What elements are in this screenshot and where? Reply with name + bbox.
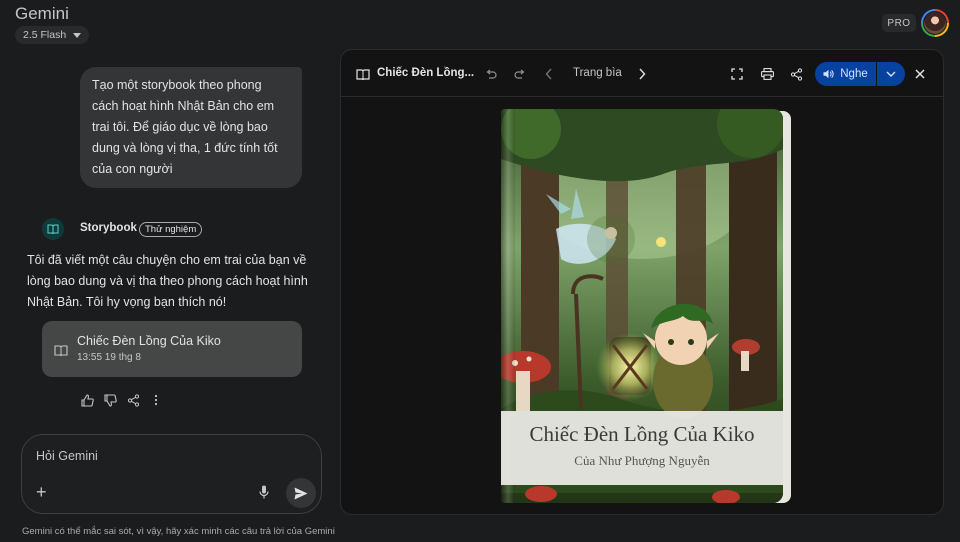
prompt-input[interactable] — [36, 449, 296, 463]
chevron-down-icon — [886, 71, 896, 77]
story-card-date: 13:55 19 thg 8 — [77, 352, 141, 363]
experimental-badge: Thử nghiệm — [139, 222, 203, 237]
prompt-box: + — [21, 434, 322, 514]
thumbs-up-icon[interactable] — [80, 393, 94, 407]
user-message: Tạo một storybook theo phong cách hoạt h… — [80, 67, 302, 188]
mic-icon[interactable] — [259, 485, 269, 504]
storybook-icon — [42, 218, 64, 240]
assistant-reply: Tôi đã viết một câu chuyện cho em trai c… — [27, 253, 308, 309]
thumbs-down-icon[interactable] — [103, 393, 117, 407]
plus-icon[interactable]: + — [36, 483, 47, 501]
avatar[interactable] — [921, 9, 949, 37]
pro-badge[interactable]: PRO — [882, 14, 916, 32]
avatar-image — [923, 11, 947, 35]
canvas-title: Chiếc Đèn Lồng... — [377, 67, 475, 79]
storybook-canvas: Chiếc Đèn Lồng... Trang bìa Nghe Chiếc Đ… — [340, 49, 944, 515]
close-icon[interactable] — [912, 66, 928, 82]
cover-page: Chiếc Đèn Lồng Của Kiko Của Như Phượng N… — [501, 109, 783, 503]
send-button[interactable] — [286, 478, 316, 508]
fullscreen-icon[interactable] — [729, 66, 745, 82]
response-actions — [80, 393, 163, 407]
listen-options-dropdown[interactable] — [877, 62, 905, 86]
model-selector[interactable]: 2.5 Flash — [15, 26, 90, 44]
canvas-toolbar: Chiếc Đèn Lồng... Trang bìa Nghe — [341, 50, 943, 97]
send-icon — [294, 487, 308, 499]
speaker-icon — [823, 69, 834, 79]
disclaimer: Gemini có thể mắc sai sót, vì vậy, hãy x… — [22, 526, 335, 537]
listen-button-group: Nghe — [815, 62, 905, 86]
cover-author: Của Như Phượng Nguyễn — [574, 453, 710, 468]
book-icon — [356, 67, 370, 85]
print-icon[interactable] — [759, 66, 775, 82]
cover-title: Chiếc Đèn Lồng Của Kiko — [529, 422, 755, 446]
listen-label: Nghe — [840, 68, 868, 80]
listen-button[interactable]: Nghe — [815, 62, 876, 86]
story-card-title: Chiếc Đèn Lồng Của Kiko — [77, 334, 221, 348]
share-icon[interactable] — [126, 393, 140, 407]
chevron-left-icon[interactable] — [541, 66, 557, 82]
model-label: 2.5 Flash — [23, 29, 67, 41]
redo-icon[interactable] — [512, 66, 528, 82]
caret-down-icon — [73, 32, 82, 38]
story-card[interactable]: Chiếc Đèn Lồng Của Kiko 13:55 19 thg 8 — [42, 321, 302, 377]
more-icon[interactable] — [149, 393, 163, 407]
share-icon[interactable] — [788, 66, 804, 82]
book-icon — [54, 343, 68, 361]
chevron-right-icon[interactable] — [634, 66, 650, 82]
gemini-app: Gemini 2.5 Flash PRO Tạo một storybook t… — [0, 0, 960, 542]
page-label: Trang bìa — [573, 67, 622, 79]
storybook-cover[interactable]: Chiếc Đèn Lồng Của Kiko Của Như Phượng N… — [501, 109, 791, 503]
app-title: Gemini — [15, 4, 69, 23]
undo-icon[interactable] — [483, 66, 499, 82]
assistant-name: Storybook — [80, 222, 137, 234]
